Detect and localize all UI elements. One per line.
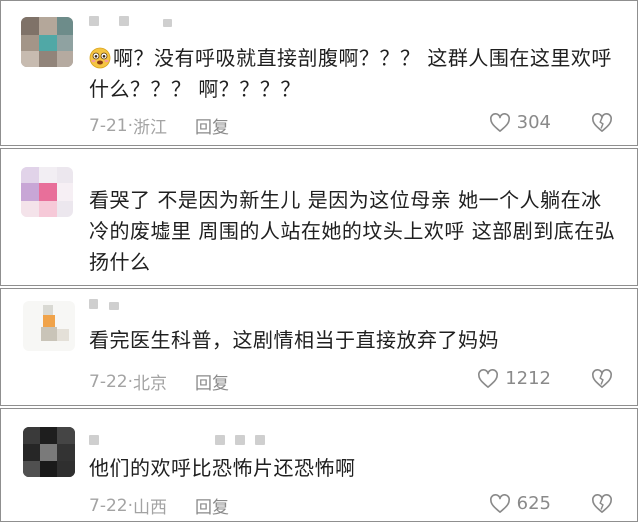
- comment-body: 看哭了 不是因为新生儿 是因为这位母亲 她一个人躺在冰冷的废墟里 周围的人站在她…: [89, 188, 616, 274]
- heart-icon: [489, 112, 510, 132]
- comment-card: 看完医生科普，这剧情相当于直接放弃了妈妈 7-22 · 北京 回复 1212: [0, 288, 638, 406]
- avatar[interactable]: [23, 301, 75, 351]
- username-redacted[interactable]: [89, 16, 99, 26]
- heart-icon: [489, 493, 510, 513]
- comment-text: 他们的欢呼比恐怖片还恐怖啊: [89, 453, 619, 484]
- like-count: 304: [516, 112, 551, 133]
- like-count: 1212: [505, 368, 551, 389]
- like-count: 625: [516, 493, 551, 514]
- reply-button[interactable]: 回复: [195, 369, 229, 394]
- comment-card: 啊？没有呼吸就直接剖腹啊？？？ 这群人围在这里欢呼什么？？？ 啊？？？？ 7-2…: [0, 0, 638, 146]
- heart-icon: [478, 368, 499, 388]
- comment-body: 看完医生科普，这剧情相当于直接放弃了妈妈: [89, 328, 499, 352]
- reply-button[interactable]: 回复: [195, 113, 229, 138]
- comment-location: 山西: [133, 498, 167, 518]
- comment-body: 他们的欢呼比恐怖片还恐怖啊: [89, 456, 356, 480]
- username-redacted[interactable]: [235, 435, 245, 445]
- comment-date: 7-22: [89, 371, 128, 392]
- avatar[interactable]: [23, 427, 75, 477]
- comment-date: 7-21: [89, 115, 128, 136]
- username-redacted[interactable]: [109, 302, 119, 310]
- username-redacted[interactable]: [255, 435, 265, 445]
- broken-heart-icon[interactable]: [591, 369, 613, 389]
- comment-text: 啊？没有呼吸就直接剖腹啊？？？ 这群人围在这里欢呼什么？？？ 啊？？？？: [89, 43, 619, 105]
- comment-location: 浙江: [133, 118, 167, 138]
- comment-card: 看哭了 不是因为新生儿 是因为这位母亲 她一个人躺在冰冷的废墟里 周围的人站在她…: [0, 148, 638, 286]
- reply-button[interactable]: 回复: [195, 493, 229, 518]
- username-redacted[interactable]: [119, 16, 129, 26]
- comment-text: 看哭了 不是因为新生儿 是因为这位母亲 她一个人躺在冰冷的废墟里 周围的人站在她…: [89, 185, 619, 278]
- comment-list: 啊？没有呼吸就直接剖腹啊？？？ 这群人围在这里欢呼什么？？？ 啊？？？？ 7-2…: [0, 0, 640, 522]
- comment-meta: 7-22 · 山西 回复: [89, 493, 229, 519]
- like-button[interactable]: 625: [489, 493, 551, 514]
- username-redacted[interactable]: [89, 435, 99, 445]
- like-button[interactable]: 304: [489, 112, 551, 133]
- comment-text: 看完医生科普，这剧情相当于直接放弃了妈妈: [89, 325, 619, 356]
- flushed-face-emoji: [89, 47, 111, 69]
- comment-card: 他们的欢呼比恐怖片还恐怖啊 7-22 · 山西 回复 625: [0, 408, 638, 522]
- avatar[interactable]: [21, 17, 73, 67]
- username-redacted[interactable]: [163, 19, 172, 27]
- username-redacted[interactable]: [215, 435, 225, 445]
- comment-date: 7-22: [89, 495, 128, 516]
- avatar[interactable]: [21, 167, 73, 217]
- comment-location: 北京: [133, 374, 167, 394]
- comment-body: 啊？没有呼吸就直接剖腹啊？？？ 这群人围在这里欢呼什么？？？ 啊？？？？: [89, 46, 612, 101]
- broken-heart-icon[interactable]: [591, 113, 613, 133]
- comment-meta: 7-21 · 浙江 回复: [89, 113, 229, 139]
- like-button[interactable]: 1212: [477, 368, 551, 389]
- username-redacted[interactable]: [89, 299, 98, 309]
- broken-heart-icon[interactable]: [591, 494, 613, 514]
- comment-meta: 7-22 · 北京 回复: [89, 369, 229, 395]
